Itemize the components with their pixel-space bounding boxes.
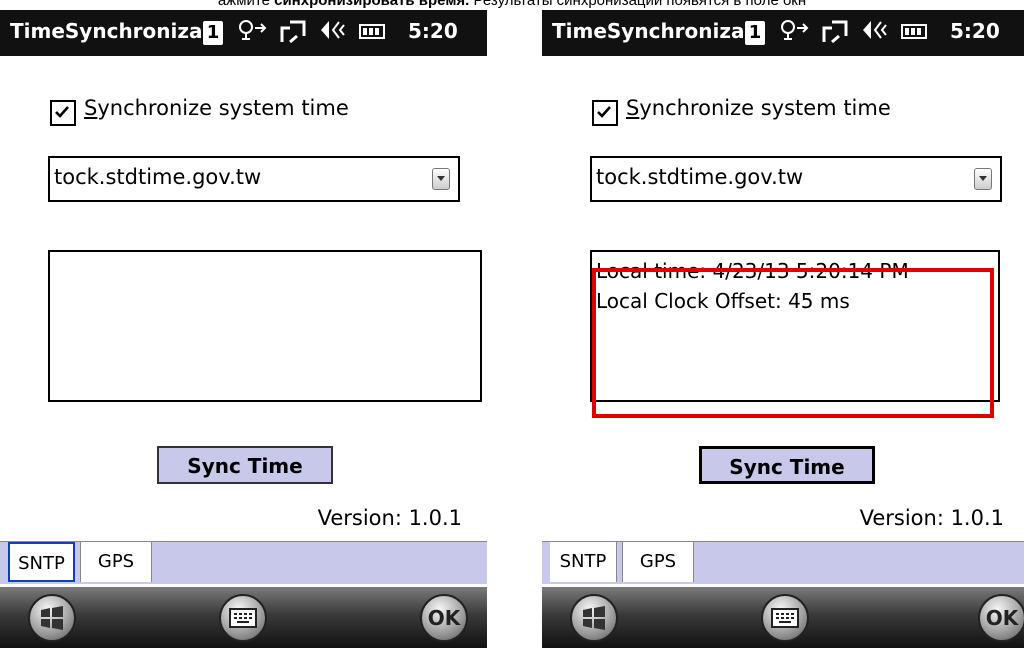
sync-time-button[interactable]: Sync Time [157, 446, 333, 484]
server-dropdown[interactable]: tock.stdtime.gov.tw [590, 156, 1002, 202]
caption-prefix: ажмите [217, 0, 275, 9]
title-bar: TimeSynchroniza 1 5:20 [0, 10, 487, 56]
checkbox-label-text: ynchronize system time [639, 96, 891, 120]
checkmark-icon [597, 106, 611, 118]
battery-icon[interactable] [899, 18, 929, 46]
caption-bold: синхронизировать время. [274, 0, 470, 9]
tab-sntp[interactable]: SNTP [550, 542, 617, 582]
notification-badge-icon[interactable]: 1 [203, 21, 223, 45]
soft-key-bar: OK [542, 587, 1024, 648]
version-label: Version: 1.0.1 [859, 506, 1004, 530]
title-bar: TimeSynchroniza 1 5:20 [542, 10, 1024, 56]
server-dropdown-value: tock.stdtime.gov.tw [54, 165, 262, 189]
server-dropdown[interactable]: tock.stdtime.gov.tw [48, 156, 460, 202]
tab-gps[interactable]: GPS [622, 542, 694, 582]
checkbox-label[interactable]: Synchronize system time [84, 96, 349, 120]
volume-icon[interactable] [859, 18, 889, 46]
right-device-screen: TimeSynchroniza 1 5:20 Synchronize syste… [542, 10, 1024, 648]
caption-suffix: Результаты синхронизации появятся в поле… [469, 0, 807, 9]
result-box [48, 250, 482, 402]
windows-start-icon[interactable] [570, 594, 618, 642]
ok-button[interactable]: OK [978, 594, 1024, 642]
clock[interactable]: 5:20 [408, 19, 458, 43]
checkmark-icon [55, 106, 69, 118]
sync-time-button[interactable]: Sync Time [699, 446, 875, 484]
sync-system-time-checkbox[interactable] [592, 100, 618, 126]
version-label: Version: 1.0.1 [317, 506, 462, 530]
notification-badge-icon[interactable]: 1 [745, 21, 765, 45]
clock[interactable]: 5:20 [950, 19, 1000, 43]
keyboard-icon[interactable] [761, 594, 809, 642]
app-title: TimeSynchroniza [552, 19, 745, 43]
windows-start-icon[interactable] [28, 594, 76, 642]
signal-icon[interactable] [279, 18, 309, 46]
ok-button[interactable]: OK [420, 594, 468, 642]
sync-system-time-checkbox[interactable] [50, 100, 76, 126]
keyboard-icon[interactable] [219, 594, 267, 642]
connectivity-icon[interactable] [237, 18, 269, 46]
dropdown-arrow-icon[interactable] [432, 168, 450, 190]
tab-gps[interactable]: GPS [80, 542, 152, 582]
app-title: TimeSynchroniza [10, 19, 203, 43]
server-dropdown-value: tock.stdtime.gov.tw [596, 165, 804, 189]
checkbox-label-mnemonic: S [626, 96, 640, 120]
highlight-rectangle [592, 268, 994, 418]
soft-key-bar: OK [0, 587, 487, 648]
dropdown-arrow-icon[interactable] [974, 168, 992, 190]
checkbox-label[interactable]: Synchronize system time [626, 96, 891, 120]
signal-icon[interactable] [821, 18, 851, 46]
tab-sntp[interactable]: SNTP [8, 542, 75, 582]
tab-bar: SNTP GPS [0, 541, 487, 584]
volume-icon[interactable] [317, 18, 347, 46]
connectivity-icon[interactable] [779, 18, 811, 46]
checkbox-label-text: ynchronize system time [97, 96, 349, 120]
left-device-screen: TimeSynchroniza 1 5:20 Synchronize syste… [0, 10, 487, 648]
battery-icon[interactable] [357, 18, 387, 46]
tab-bar: SNTP GPS [542, 541, 1024, 584]
checkbox-label-mnemonic: S [84, 96, 98, 120]
